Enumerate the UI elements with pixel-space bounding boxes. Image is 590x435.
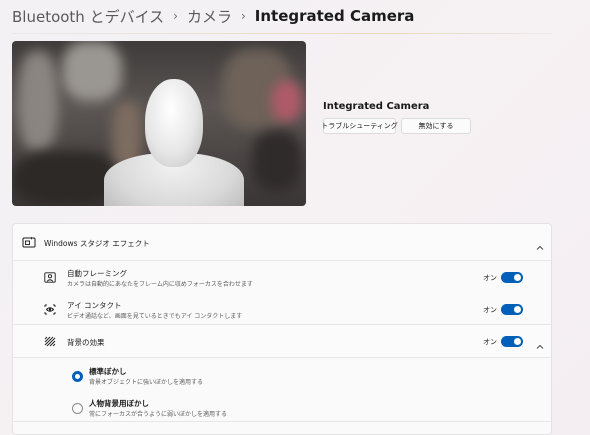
eye-contact-row: アイ コンタクト ビデオ通話など、画面を見ているときでもアイ コンタクトします … xyxy=(13,293,551,325)
camera-preview xyxy=(12,41,306,206)
eye-contact-icon xyxy=(44,304,56,315)
portrait-blur-title: 人物背景用ぼかし xyxy=(89,399,149,408)
studio-effects-header[interactable]: Windows スタジオ エフェクト xyxy=(13,224,551,261)
eye-contact-toggle[interactable] xyxy=(501,304,523,315)
portrait-blur-option[interactable]: 人物背景用ぼかし 常にフォーカスが合うように弱いぼかしを適用する xyxy=(13,390,551,422)
portrait-blur-radio[interactable] xyxy=(72,403,83,414)
standard-blur-description: 背景オブジェクトに強いぼかしを適用する xyxy=(89,379,204,386)
standard-blur-option[interactable]: 標準ぼかし 背景オブジェクトに強いぼかしを適用する xyxy=(13,358,551,390)
breadcrumb: Bluetooth とデバイス › カメラ › Integrated Camer… xyxy=(12,3,414,29)
eye-contact-state: オン xyxy=(483,306,497,314)
page-title: Integrated Camera xyxy=(254,7,415,25)
disable-button[interactable]: 無効にする xyxy=(401,118,471,134)
studio-effects-icon xyxy=(22,236,36,248)
standard-blur-title: 標準ぼかし xyxy=(89,367,127,376)
background-effects-toggle[interactable] xyxy=(501,336,523,347)
breadcrumb-separator: › xyxy=(240,9,246,23)
portrait-blur-description: 常にフォーカスが合うように弱いぼかしを適用する xyxy=(89,411,228,418)
auto-framing-description: カメラは自動的にあなたをフレーム内に収めフォーカスを合わせます xyxy=(67,281,253,288)
eye-contact-description: ビデオ通話など、画面を見ているときでもアイ コンタクトします xyxy=(67,313,243,320)
camera-name: Integrated Camera xyxy=(323,101,430,112)
studio-effects-card: Windows スタジオ エフェクト 自動フレーミング カメラは自動的にあなたを… xyxy=(12,223,552,435)
chevron-up-icon[interactable] xyxy=(535,238,545,250)
chevron-up-icon[interactable] xyxy=(535,337,545,349)
auto-framing-state: オン xyxy=(483,274,497,282)
standard-blur-radio[interactable] xyxy=(72,371,83,382)
breadcrumb-cameras[interactable]: カメラ xyxy=(187,6,232,27)
background-effects-title: 背景の効果 xyxy=(67,338,105,347)
auto-framing-title: 自動フレーミング xyxy=(67,269,127,278)
background-effects-row[interactable]: 背景の効果 オン xyxy=(13,325,551,358)
background-effects-icon xyxy=(44,336,56,347)
troubleshoot-button[interactable]: トラブルシューティング xyxy=(321,118,398,134)
studio-effects-title: Windows スタジオ エフェクト xyxy=(44,239,150,248)
breadcrumb-separator: › xyxy=(173,9,178,23)
auto-framing-row: 自動フレーミング カメラは自動的にあなたをフレーム内に収めフォーカスを合わせます… xyxy=(13,261,551,293)
mannequin-head xyxy=(145,79,203,167)
framing-icon xyxy=(44,272,56,283)
header-divider xyxy=(12,33,552,34)
background-effects-state: オン xyxy=(483,338,497,346)
auto-framing-toggle[interactable] xyxy=(501,272,523,283)
breadcrumb-bluetooth-devices[interactable]: Bluetooth とデバイス xyxy=(12,6,164,27)
eye-contact-title: アイ コンタクト xyxy=(67,301,122,310)
